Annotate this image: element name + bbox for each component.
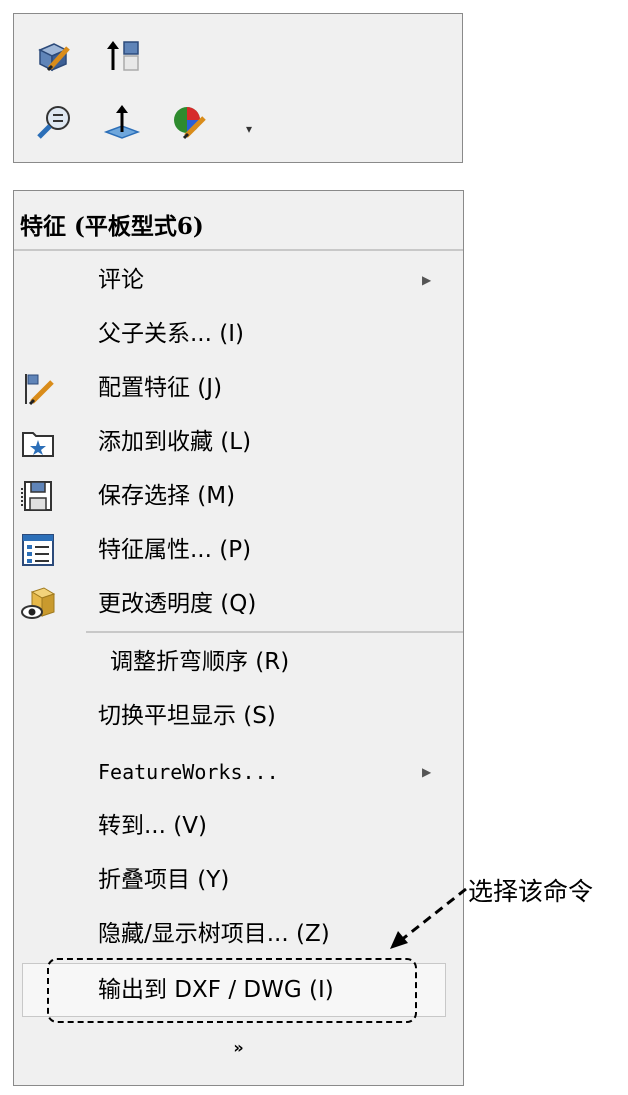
submenu-arrow-icon: ▶ — [422, 765, 432, 779]
zoom-to-selection-icon[interactable] — [34, 102, 74, 142]
menu-title: 特征 (平板型式6) — [20, 213, 204, 240]
menu-item-label: 隐藏/显示树项目... (Z) — [98, 921, 330, 947]
menu-item-featureworks[interactable]: FeatureWorks... ▶ — [14, 745, 463, 799]
menu-item-label: 配置特征 (J) — [98, 375, 223, 401]
menu-item-comment[interactable]: 评论 ▶ — [14, 253, 463, 307]
menu-item-save-selection[interactable]: 保存选择 (M) — [14, 469, 463, 523]
callout-arrow-icon — [390, 887, 467, 949]
normal-to-icon[interactable] — [102, 102, 142, 142]
edit-part-icon[interactable] — [32, 36, 72, 76]
menu-item-adjust-bend-order[interactable]: 调整折弯顺序 (R) — [14, 635, 463, 689]
configure-feature-icon — [20, 370, 56, 406]
menu-item-change-transparency[interactable]: 更改透明度 (Q) — [14, 577, 463, 631]
menu-item-add-favorites[interactable]: 添加到收藏 (L) — [14, 415, 463, 469]
callout-label: 选择该命令 — [468, 877, 594, 906]
menu-item-goto[interactable]: 转到... (V) — [14, 799, 463, 853]
menu-item-label: 添加到收藏 (L) — [98, 429, 252, 455]
appearance-dropdown-icon[interactable]: ▾ — [246, 122, 252, 136]
menu-item-parent-child[interactable]: 父子关系... (I) — [14, 307, 463, 361]
appearance-icon[interactable] — [170, 102, 210, 142]
title-divider — [14, 249, 463, 251]
menu-item-feature-properties[interactable]: 特征属性... (P) — [14, 523, 463, 577]
save-selection-icon — [20, 478, 56, 514]
context-toolbar: ▾ — [13, 13, 463, 163]
menu-divider — [86, 631, 463, 633]
menu-item-toggle-flat-display[interactable]: 切换平坦显示 (S) — [14, 689, 463, 743]
menu-item-label: 更改透明度 (Q) — [98, 591, 257, 617]
selection-dashed-outline — [47, 958, 417, 1023]
submenu-arrow-icon: ▶ — [422, 273, 432, 287]
menu-item-configure-feature[interactable]: 配置特征 (J) — [14, 361, 463, 415]
menu-item-label: FeatureWorks... — [98, 760, 279, 784]
menu-item-label: 切换平坦显示 (S) — [98, 703, 276, 729]
change-transparency-icon — [20, 586, 56, 622]
menu-item-label: 特征属性... (P) — [98, 537, 252, 563]
move-to-top-icon[interactable] — [104, 36, 144, 76]
add-to-favorites-icon — [20, 424, 56, 460]
menu-item-label: 调整折弯顺序 (R) — [110, 649, 290, 675]
menu-item-label: 折叠项目 (Y) — [98, 867, 230, 893]
more-items-chevron-icon[interactable]: » — [14, 1029, 463, 1067]
feature-properties-icon — [20, 532, 56, 568]
menu-item-label: 转到... (V) — [98, 813, 207, 839]
menu-item-label: 保存选择 (M) — [98, 483, 236, 509]
menu-item-label: 评论 — [98, 267, 144, 293]
menu-item-label: 父子关系... (I) — [98, 321, 244, 347]
